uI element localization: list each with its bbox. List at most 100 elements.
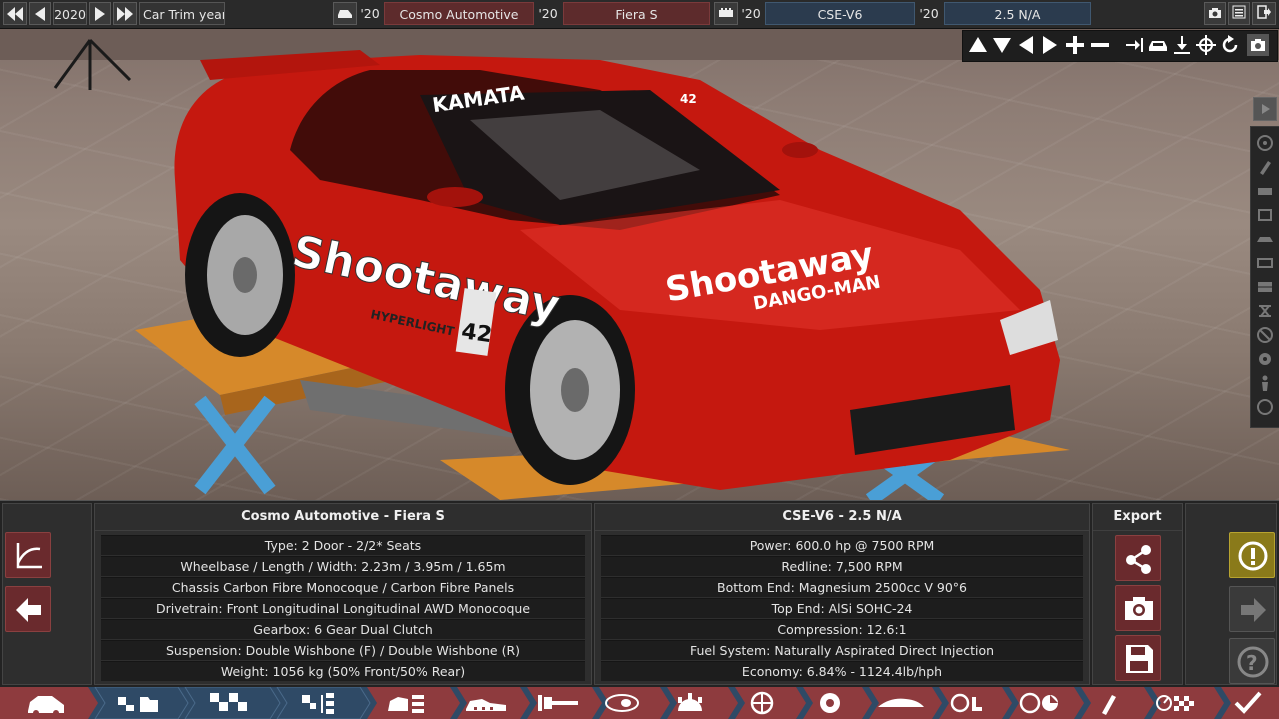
camera-snapshot-icon[interactable] xyxy=(1247,34,1269,56)
car-model-button[interactable] xyxy=(333,2,357,25)
forward-year-button[interactable] xyxy=(113,2,137,25)
wheel-view-icon[interactable] xyxy=(1256,134,1274,152)
nav-interior-button[interactable] xyxy=(946,687,1001,719)
engine-detail-row: Bottom End: Magnesium 2500cc V 90°6 xyxy=(601,577,1083,597)
list-icon xyxy=(1232,5,1246,19)
engine-button[interactable] xyxy=(714,2,738,25)
nav-body-button[interactable] xyxy=(382,687,442,719)
nav-car-button[interactable] xyxy=(20,687,70,719)
nav-testing-button[interactable] xyxy=(1016,687,1071,719)
car-detail-row: Type: 2 Door - 2/2* Seats xyxy=(101,535,585,555)
nav-chassis-button[interactable] xyxy=(462,687,512,719)
car-detail-row: Gearbox: 6 Gear Dual Clutch xyxy=(101,619,585,639)
menu-list-button[interactable] xyxy=(1228,2,1250,25)
export-save-button[interactable] xyxy=(1115,635,1161,681)
prev-year-button[interactable] xyxy=(29,2,51,25)
speedometer-flag-icon xyxy=(1156,695,1194,711)
screenshot-button[interactable] xyxy=(1204,2,1226,25)
engine-variant-year: '20 xyxy=(919,6,939,21)
body-icon[interactable] xyxy=(1256,230,1274,248)
graph-button[interactable] xyxy=(5,532,51,578)
windshield-number: 42 xyxy=(680,92,697,106)
steering-wheel-icon xyxy=(1019,692,1058,714)
car-view-icon[interactable] xyxy=(1147,34,1169,56)
reset-rotation-icon[interactable] xyxy=(1219,34,1241,56)
nav-drivetrain-button[interactable] xyxy=(532,687,587,719)
nav-wheels-button[interactable] xyxy=(742,687,792,719)
engine-detail-row: Economy: 6.84% - 1124.4lb/hph xyxy=(601,661,1083,681)
zoom-in-button[interactable] xyxy=(1064,34,1086,56)
nav-gearbox-button[interactable] xyxy=(672,687,722,719)
nav-confirm-button[interactable] xyxy=(1230,687,1270,719)
car-side-icon xyxy=(28,696,64,716)
nav-aero-button[interactable] xyxy=(876,687,931,719)
nav-race-button[interactable] xyxy=(1152,687,1212,719)
info-panel: Cosmo Automotive - Fiera S Type: 2 Door … xyxy=(0,500,1279,688)
graph-icon xyxy=(16,543,42,569)
left-arrow-icon xyxy=(35,7,45,21)
pivot-icon[interactable] xyxy=(1195,34,1217,56)
warning-button[interactable] xyxy=(1229,532,1275,578)
spray-paint-icon xyxy=(1102,695,1116,715)
side-panel-toggle[interactable] xyxy=(1253,97,1277,121)
help-button[interactable]: ? xyxy=(1229,638,1275,684)
checkered-flags-icon xyxy=(210,693,247,711)
engine-variant[interactable]: 2.5 N/A xyxy=(944,2,1091,25)
zoom-out-button[interactable] xyxy=(1089,34,1111,56)
camera-align-icon[interactable] xyxy=(1123,34,1145,56)
circle-icon[interactable] xyxy=(1256,398,1274,416)
suspension-icon[interactable] xyxy=(1256,254,1274,272)
headlight-icon xyxy=(605,694,639,712)
top-bar: 2020 Car Trim year '20 Cosmo Automotive … xyxy=(0,0,1279,29)
no-entry-icon[interactable] xyxy=(1256,326,1274,344)
checkered-flag-folder-icon xyxy=(118,697,158,712)
drop-down-icon[interactable] xyxy=(1171,34,1193,56)
gear-half-icon xyxy=(678,693,702,711)
drivetrain-icon xyxy=(538,695,578,711)
engine-family[interactable]: CSE-V6 xyxy=(765,2,915,25)
steering-seat-icon xyxy=(950,693,982,713)
exit-button[interactable] xyxy=(1252,2,1276,25)
engine-view-icon[interactable] xyxy=(1256,182,1274,200)
gear-icon[interactable] xyxy=(1256,350,1274,368)
year-display: 2020 xyxy=(53,2,87,25)
camera-down-button[interactable] xyxy=(991,34,1013,56)
nav-brakes-button[interactable] xyxy=(810,687,860,719)
car-detail-row: Chassis Carbon Fibre Monocoque / Carbon … xyxy=(101,577,585,597)
grid-icon[interactable] xyxy=(1256,278,1274,296)
trim-name[interactable]: Fiera S xyxy=(563,2,710,25)
nav-paint-button[interactable] xyxy=(1088,687,1143,719)
model-name[interactable]: Cosmo Automotive xyxy=(384,2,534,25)
nav-trim-button[interactable] xyxy=(200,687,260,719)
engine-details-panel: CSE-V6 - 2.5 N/A Power: 600.0 hp @ 7500 … xyxy=(594,503,1090,685)
aero-car-icon xyxy=(878,698,924,707)
seat-icon[interactable] xyxy=(1256,206,1274,224)
nav-engine-tree-button[interactable] xyxy=(290,687,350,719)
rewind-year-button[interactable] xyxy=(3,2,27,25)
person-icon[interactable] xyxy=(1256,374,1274,392)
paint-icon[interactable] xyxy=(1256,158,1274,176)
svg-text:?: ? xyxy=(1246,651,1258,675)
car-parts-icon xyxy=(388,695,424,713)
3d-viewport[interactable]: KAMATA 42 Shootaway HYPERLIGHT 42 Shoota… xyxy=(0,0,1279,500)
flag-tree-icon xyxy=(302,693,334,714)
camera-left-button[interactable] xyxy=(1015,34,1037,56)
checkmark-icon xyxy=(1234,691,1262,714)
car-details-panel: Cosmo Automotive - Fiera S Type: 2 Door … xyxy=(94,503,592,685)
camera-right-button[interactable] xyxy=(1039,34,1061,56)
next-button[interactable] xyxy=(1229,586,1275,632)
camera-control-panel xyxy=(962,30,1278,62)
car-frame-icon xyxy=(466,699,506,711)
camera-up-button[interactable] xyxy=(967,34,989,56)
question-icon: ? xyxy=(1237,646,1269,678)
next-year-button[interactable] xyxy=(89,2,111,25)
double-right-arrow-icon xyxy=(117,7,133,21)
lift-icon[interactable] xyxy=(1256,302,1274,320)
camera-icon xyxy=(1209,8,1221,18)
floppy-disk-icon xyxy=(1126,645,1153,673)
export-share-button[interactable] xyxy=(1115,535,1161,581)
export-photo-button[interactable] xyxy=(1115,585,1161,631)
nav-headlights-button[interactable] xyxy=(602,687,652,719)
nav-model-button[interactable] xyxy=(110,687,170,719)
back-button[interactable] xyxy=(5,586,51,632)
